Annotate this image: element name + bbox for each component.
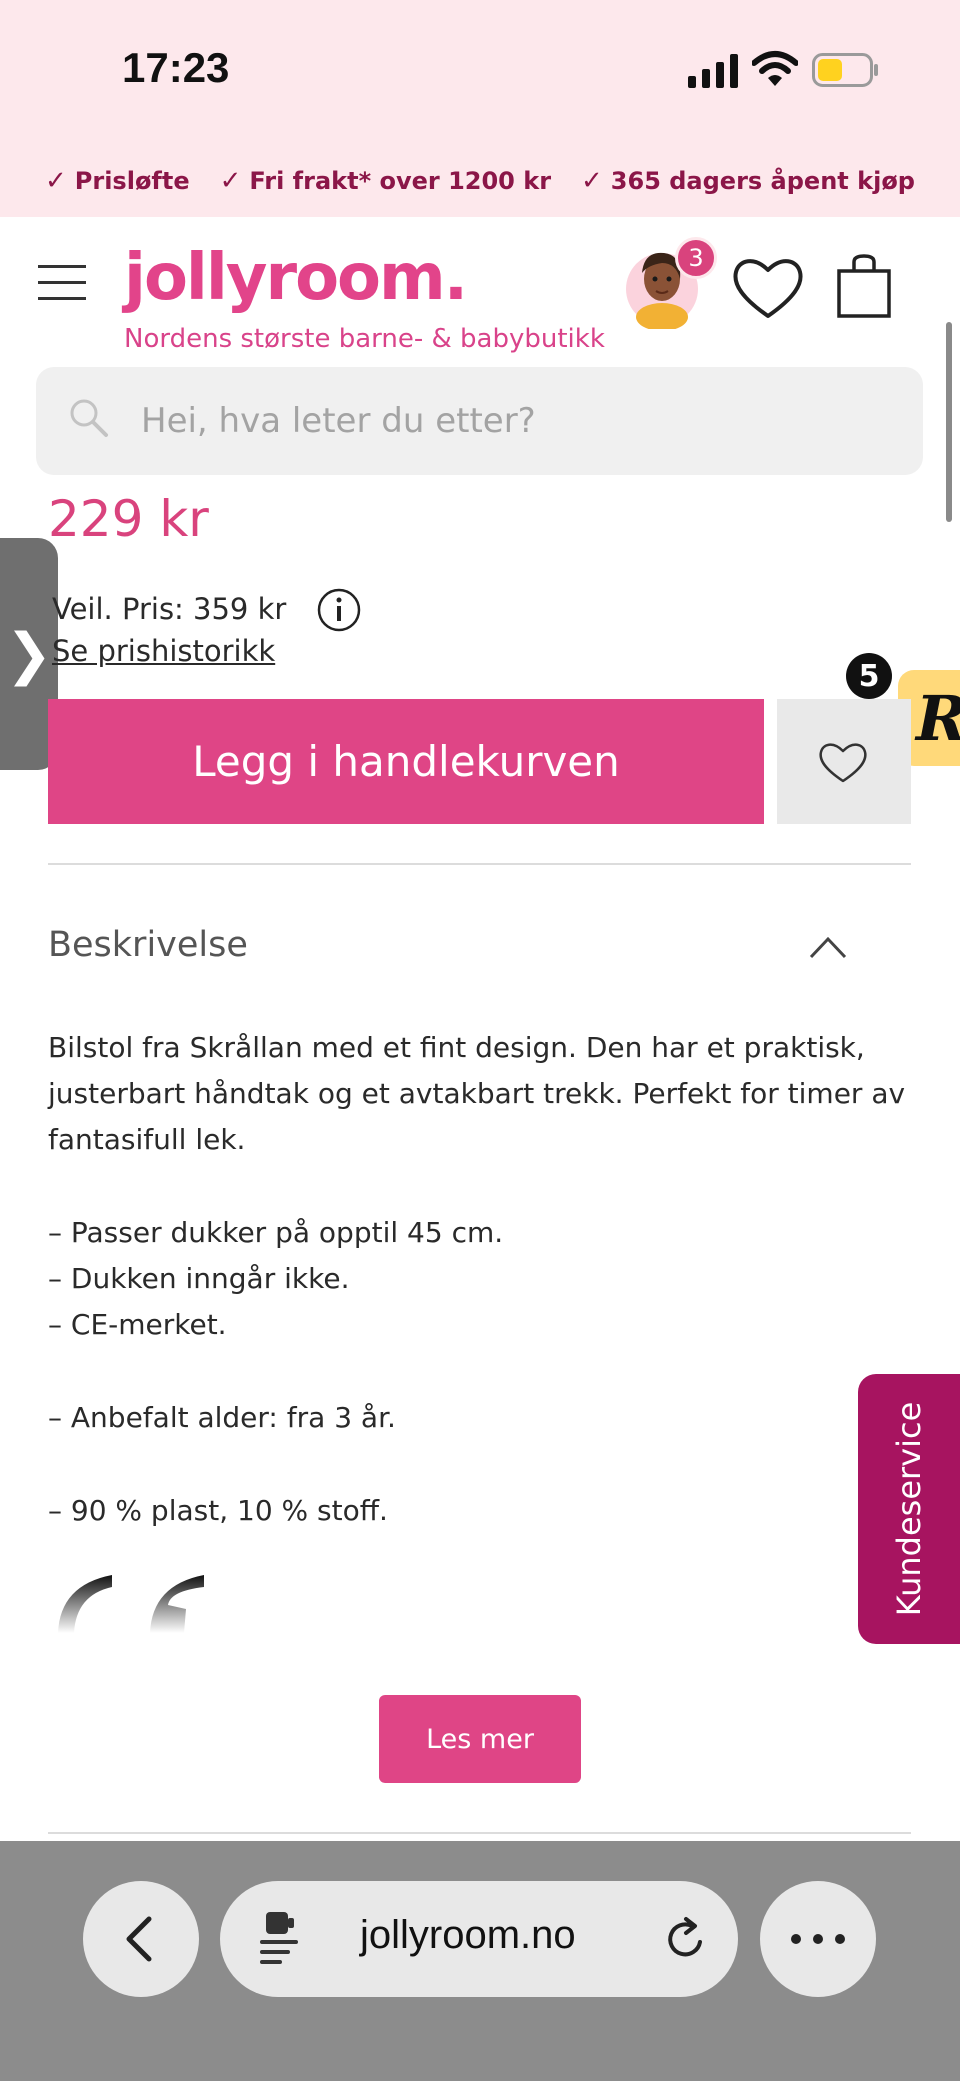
wishlist-heart-icon[interactable]: [730, 252, 806, 322]
info-icon[interactable]: [316, 587, 362, 633]
cellular-signal-icon: [688, 54, 738, 88]
browser-more-button[interactable]: [760, 1881, 876, 1997]
browser-url[interactable]: jollyroom.no: [360, 1913, 576, 1958]
description-heading[interactable]: Beskrivelse: [48, 925, 248, 965]
wifi-icon: [752, 51, 798, 86]
usp-label: 365 dagers åpent kjøp: [610, 167, 915, 195]
status-bar: 17:23: [0, 0, 960, 145]
usp-label: Prisløfte: [74, 167, 190, 195]
more-dots-icon: [791, 1934, 845, 1944]
recommended-price: Veil. Pris: 359 kr: [52, 592, 287, 626]
bullet-age: – Anbefalt alder: fra 3 år.: [48, 1401, 396, 1434]
description-bullets: – Passer dukker på opptil 45 cm. – Dukke…: [48, 1210, 908, 1348]
rewards-count-badge: 5: [846, 653, 892, 699]
search-input[interactable]: [141, 393, 881, 449]
search-bar[interactable]: [36, 367, 923, 475]
customer-service-label: Kundeservice: [890, 1401, 928, 1617]
description-paragraph: Bilstol fra Skrållan med et fint design.…: [48, 1031, 906, 1156]
usp-price-promise: ✓ Prisløfte: [45, 166, 190, 196]
add-to-wishlist-button[interactable]: [777, 699, 911, 824]
chevron-up-icon[interactable]: [808, 934, 848, 960]
rewards-letter: R: [916, 682, 960, 755]
site-header: jollyroom. Nordens største barne- & baby…: [0, 217, 960, 367]
add-to-cart-button[interactable]: Legg i handlekurven: [48, 699, 764, 824]
checkmark-icon: ✓: [219, 166, 242, 196]
faded-quote-icon: [58, 1575, 204, 1633]
checkmark-icon: ✓: [581, 166, 603, 196]
usp-open-purchase: ✓ 365 dagers åpent kjøp: [581, 166, 915, 196]
bullet-item: – CE-merket.: [48, 1308, 227, 1341]
read-more-button[interactable]: Les mer: [379, 1695, 581, 1783]
section-divider: [48, 1832, 911, 1834]
product-price: 229 kr: [48, 490, 209, 548]
customer-service-tab[interactable]: Kundeservice: [858, 1374, 960, 1644]
shopping-bag-icon[interactable]: [836, 253, 892, 319]
checkmark-icon: ✓: [44, 166, 67, 196]
chevron-right-icon: ❯: [5, 621, 53, 687]
search-icon: [70, 399, 108, 437]
avatar-notification-badge: 3: [675, 237, 717, 279]
status-time: 17:23: [122, 44, 230, 91]
usp-free-shipping: ✓ Fri frakt* over 1200 kr: [220, 166, 551, 196]
bullet-material: – 90 % plast, 10 % stoff.: [48, 1494, 388, 1527]
description-intro: Bilstol fra Skrållan med et fint design.…: [48, 1025, 908, 1163]
site-tagline: Nordens største barne- & babybutikk: [124, 324, 605, 354]
heart-icon: [819, 743, 867, 783]
hamburger-menu-icon[interactable]: [38, 265, 86, 301]
bullet-item: – Dukken inngår ikke.: [48, 1262, 350, 1295]
usp-bar: ✓ Prisløfte ✓ Fri frakt* over 1200 kr ✓ …: [0, 145, 960, 217]
page-scrollbar[interactable]: [946, 322, 952, 522]
usp-label: Fri frakt* over 1200 kr: [249, 167, 552, 195]
section-divider: [48, 863, 911, 865]
reader-mode-icon[interactable]: [258, 1910, 302, 1968]
browser-back-button[interactable]: [83, 1881, 199, 1997]
bullet-item: – Passer dukker på opptil 45 cm.: [48, 1216, 504, 1249]
site-logo[interactable]: jollyroom.: [124, 241, 468, 315]
reload-icon[interactable]: [662, 1916, 708, 1962]
battery-icon: [812, 53, 878, 87]
chevron-left-icon: [126, 1916, 152, 1962]
price-history-link[interactable]: Se prishistorikk: [52, 634, 275, 668]
